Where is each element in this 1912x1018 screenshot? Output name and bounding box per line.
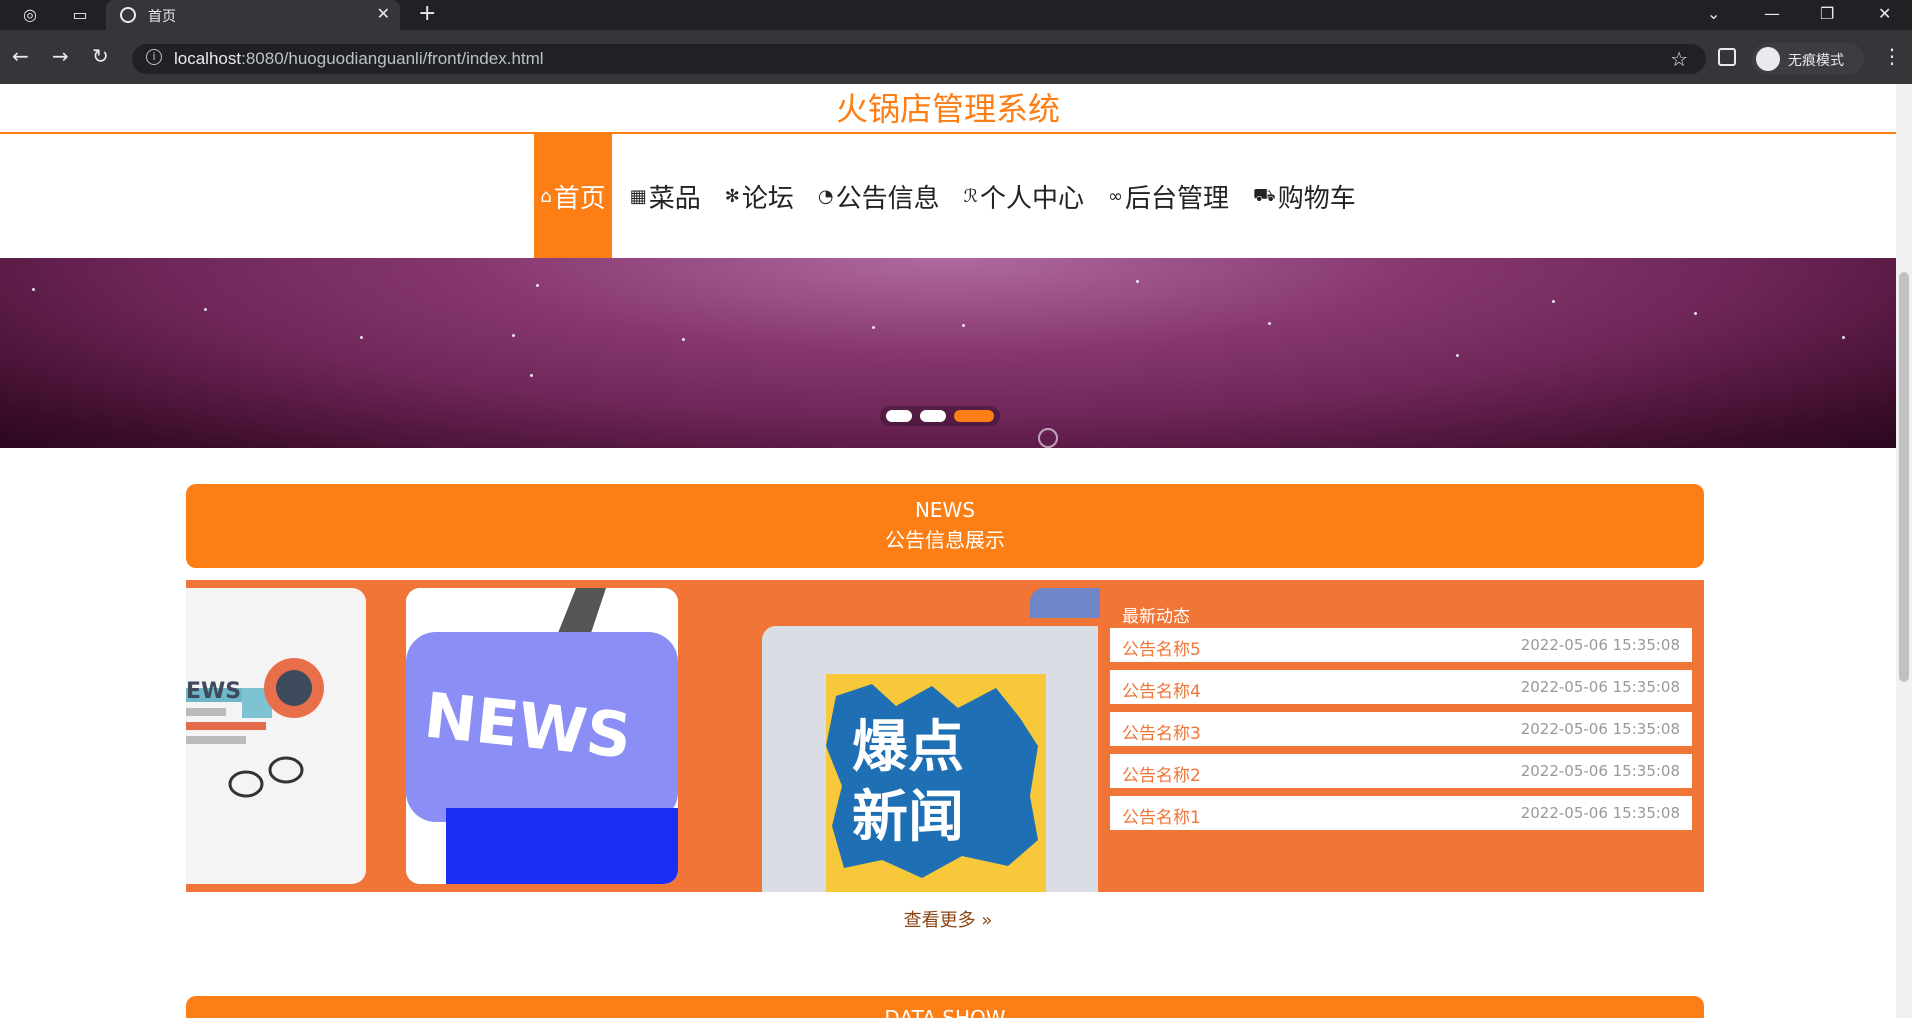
page-scrollbar[interactable] [1896, 84, 1912, 1018]
news-card-peek[interactable] [1030, 588, 1100, 618]
new-tab-icon[interactable]: + [418, 1, 436, 26]
page-viewport: 火锅店管理系统 ⌂ 首页 ▦ 菜品 ✻ 论坛 ◔ 公告信息 ℛ 个人中心 ∞ 后台管理 ⛟ 购物车 NEW… [0, 84, 1896, 1018]
restore-icon[interactable]: ❐ [1820, 4, 1834, 23]
news-item-name: 公告名称5 [1122, 640, 1201, 660]
carousel-dot-active[interactable] [954, 410, 994, 422]
nav-label: 公告信息 [835, 184, 940, 214]
nav-icon: ∞ [1108, 186, 1124, 207]
extension-icon[interactable] [1718, 48, 1736, 66]
close-icon[interactable]: ✕ [377, 4, 390, 23]
news-list-item[interactable]: 公告名称3 2022-05-06 15:35:08 [1110, 712, 1692, 746]
scrollbar-thumb[interactable] [1899, 272, 1909, 682]
news-item-date: 2022-05-06 15:35:08 [1520, 636, 1680, 654]
news-keyboard-image: NEWS [406, 588, 678, 884]
nav-item-0[interactable]: ⌂ 首页 [534, 134, 612, 259]
main-nav: ⌂ 首页 ▦ 菜品 ✻ 论坛 ◔ 公告信息 ℛ 个人中心 ∞ 后台管理 ⛟ 购物车 [0, 134, 1896, 259]
carousel-dot[interactable] [886, 410, 912, 422]
nav-item-6[interactable]: ⛟ 购物车 [1247, 134, 1362, 259]
news-illustration: EWS [186, 658, 324, 798]
news-card[interactable]: NEWS [406, 588, 678, 884]
nav-item-3[interactable]: ◔ 公告信息 [812, 134, 946, 259]
svg-text:新闻: 新闻 [852, 785, 964, 850]
news-item-date: 2022-05-06 15:35:08 [1520, 762, 1680, 780]
news-item-name: 公告名称2 [1122, 766, 1201, 786]
nav-label: 论坛 [741, 184, 794, 214]
nav-item-5[interactable]: ∞ 后台管理 [1102, 134, 1235, 259]
news-item-name: 公告名称3 [1122, 724, 1201, 744]
news-card[interactable]: EWS [186, 588, 366, 884]
close-window-icon[interactable]: ✕ [1878, 4, 1891, 23]
news-item-date: 2022-05-06 15:35:08 [1520, 678, 1680, 696]
nav-label: 首页 [553, 184, 606, 214]
hero-banner [0, 258, 1896, 448]
browser-tab[interactable]: 首页 ✕ [106, 0, 400, 30]
news-item-name: 公告名称4 [1122, 682, 1201, 702]
news-list-item[interactable]: 公告名称4 2022-05-06 15:35:08 [1110, 670, 1692, 704]
news-heading-en: NEWS [914, 498, 976, 522]
data-section-header: DATA SHOW [186, 996, 1704, 1018]
menu-icon[interactable]: ⋮ [1882, 44, 1902, 68]
nav-icon: ⛟ [1253, 184, 1276, 206]
forward-icon[interactable]: → [52, 44, 69, 68]
nav-item-1[interactable]: ▦ 菜品 [624, 134, 707, 259]
nav-label: 个人中心 [980, 184, 1085, 214]
news-panel: EWS NEWS 爆点 新闻 最新动态 公告名称5 2022-05-06 15:… [186, 580, 1704, 892]
nav-item-4[interactable]: ℛ 个人中心 [958, 134, 1090, 259]
nav-icon: ◔ [817, 186, 834, 207]
reload-icon[interactable]: ↻ [92, 44, 109, 68]
news-list-item[interactable]: 公告名称5 2022-05-06 15:35:08 [1110, 628, 1692, 662]
bubble-decoration [1038, 428, 1058, 448]
nav-label: 菜品 [648, 184, 701, 214]
window-icon[interactable]: ▭ [70, 5, 90, 25]
news-list-item[interactable]: 公告名称2 2022-05-06 15:35:08 [1110, 754, 1692, 788]
browser-tab-bar: ◎ ▭ 首页 ✕ + ⌄ — ❐ ✕ [0, 0, 1912, 30]
news-card[interactable]: 爆点 新闻 [762, 626, 1098, 892]
site-title: 火锅店管理系统 [0, 84, 1896, 134]
nav-label: 购物车 [1277, 184, 1356, 214]
back-icon[interactable]: ← [12, 44, 29, 68]
news-section-header: NEWS 公告信息展示 [186, 484, 1704, 568]
bookmark-star-icon[interactable]: ☆ [1670, 47, 1688, 71]
carousel-dot[interactable] [920, 410, 946, 422]
data-heading: DATA SHOW [884, 1006, 1006, 1018]
news-heading-cn: 公告信息展示 [885, 528, 1005, 552]
tab-title: 首页 [148, 9, 176, 25]
latest-news-list: 最新动态 公告名称5 2022-05-06 15:35:08 公告名称4 2022-0… [1098, 580, 1704, 892]
svg-text:爆点: 爆点 [852, 715, 964, 780]
nav-icon: ✻ [724, 186, 740, 207]
svg-text:EWS: EWS [186, 679, 241, 704]
incognito-badge[interactable]: 无痕模式 [1752, 43, 1864, 75]
breaking-news-image: 爆点 新闻 [762, 626, 1098, 892]
incognito-icon [1756, 47, 1780, 71]
minimize-icon[interactable]: — [1764, 4, 1780, 23]
nav-icon: ⌂ [540, 186, 552, 207]
view-more-link[interactable]: 查看更多 » [0, 906, 1896, 932]
incognito-label: 无痕模式 [1788, 53, 1844, 69]
news-list-item[interactable]: 公告名称1 2022-05-06 15:35:08 [1110, 796, 1692, 830]
news-item-date: 2022-05-06 15:35:08 [1520, 804, 1680, 822]
globe-icon[interactable]: ◎ [20, 5, 40, 25]
url-input[interactable]: i localhost:8080/huoguodianguanli/front/… [132, 44, 1706, 74]
nav-item-2[interactable]: ✻ 论坛 [719, 134, 800, 259]
address-bar: ← → ↻ i localhost:8080/huoguodianguanli/… [0, 30, 1912, 84]
news-item-name: 公告名称1 [1122, 808, 1201, 828]
latest-news-title: 最新动态 [1122, 607, 1190, 627]
url-text: localhost:8080/huoguodianguanli/front/in… [174, 49, 544, 68]
news-item-date: 2022-05-06 15:35:08 [1520, 720, 1680, 738]
nav-icon: ℛ [963, 186, 978, 207]
carousel-indicators [880, 406, 1000, 426]
chevron-down-icon[interactable]: ⌄ [1707, 4, 1720, 23]
nav-label: 后台管理 [1125, 184, 1230, 214]
nav-icon: ▦ [629, 186, 647, 207]
globe-icon [120, 7, 136, 23]
info-icon[interactable]: i [146, 49, 162, 65]
